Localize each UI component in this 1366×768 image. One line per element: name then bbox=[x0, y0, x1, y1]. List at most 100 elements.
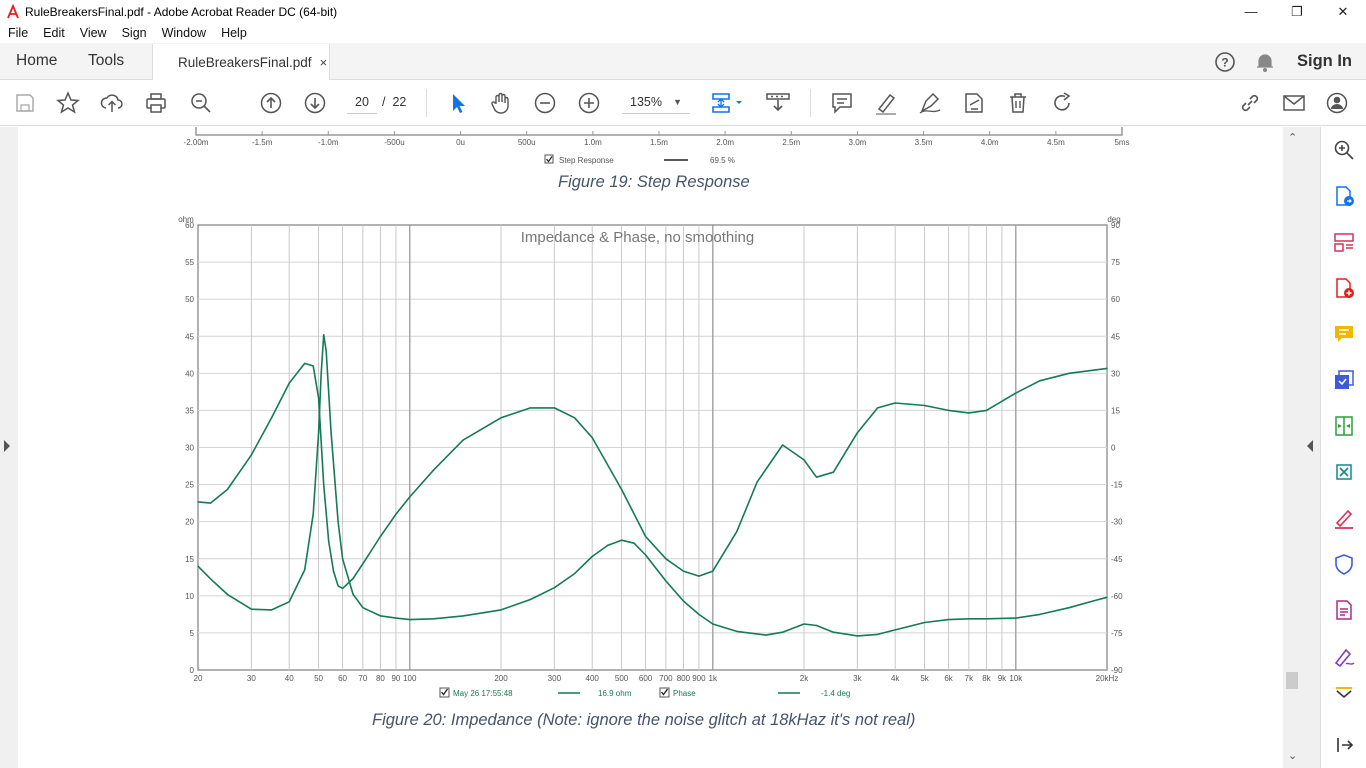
y2-tick-label: 30 bbox=[1111, 369, 1120, 378]
draw-icon[interactable] bbox=[918, 91, 942, 115]
hand-icon[interactable] bbox=[489, 91, 513, 115]
menu-sign[interactable]: Sign bbox=[114, 26, 154, 40]
stamp-icon[interactable] bbox=[962, 91, 986, 115]
impedance-point bbox=[1106, 596, 1108, 598]
phase-point bbox=[968, 412, 970, 414]
document-tab-label: RuleBreakersFinal.pdf bbox=[178, 55, 312, 70]
phase-point bbox=[756, 481, 758, 483]
menu-file[interactable]: File bbox=[0, 26, 35, 40]
mail-icon[interactable] bbox=[1282, 91, 1306, 115]
protect-icon[interactable] bbox=[1333, 553, 1355, 575]
highlight-pen-icon[interactable] bbox=[874, 91, 898, 115]
phase-point bbox=[948, 409, 950, 411]
menu-edit[interactable]: Edit bbox=[35, 26, 72, 40]
tab-tools[interactable]: Tools bbox=[88, 52, 124, 70]
menu-help[interactable]: Help bbox=[213, 26, 254, 40]
impedance-point bbox=[633, 542, 635, 544]
y-tick-label: 5 bbox=[190, 629, 195, 638]
fill-sign-icon[interactable] bbox=[1333, 507, 1355, 529]
phase-point bbox=[304, 362, 306, 364]
bell-icon[interactable] bbox=[1255, 51, 1275, 73]
zoom-search-icon[interactable] bbox=[189, 91, 213, 115]
impedance-phase-chart: ohm deg051015202530354045505560-90-75-60-… bbox=[178, 215, 1123, 698]
link-icon[interactable] bbox=[1238, 91, 1262, 115]
fit-page-icon[interactable] bbox=[710, 91, 746, 115]
impedance-point bbox=[1039, 613, 1041, 615]
phase-point bbox=[500, 417, 502, 419]
phase-point bbox=[409, 496, 411, 498]
minimize-button[interactable]: — bbox=[1228, 0, 1274, 23]
x-tick-label: 60 bbox=[338, 674, 347, 683]
star-icon[interactable] bbox=[56, 91, 80, 115]
edit-pdf-icon[interactable] bbox=[1333, 461, 1355, 483]
compress-icon[interactable] bbox=[1333, 415, 1355, 437]
upload-icon[interactable] bbox=[100, 91, 124, 115]
account-icon[interactable] bbox=[1326, 91, 1350, 115]
y-tick-label: 45 bbox=[185, 332, 194, 341]
arrow-down-circle-icon[interactable] bbox=[303, 91, 327, 115]
x-tick-label: 2k bbox=[800, 674, 809, 683]
print-icon[interactable] bbox=[144, 91, 168, 115]
scroll-down-arrow[interactable]: ⌄ bbox=[1288, 749, 1297, 762]
comment-tool-icon[interactable] bbox=[1333, 323, 1355, 345]
sign-in-button[interactable]: Sign In bbox=[1297, 52, 1352, 71]
export-pdf-icon[interactable] bbox=[1333, 185, 1355, 207]
impedance-point bbox=[288, 601, 290, 603]
y-tick-label: 40 bbox=[185, 369, 194, 378]
menu-window[interactable]: Window bbox=[154, 26, 213, 40]
create-pdf-icon[interactable] bbox=[1333, 277, 1355, 299]
help-icon[interactable]: ? bbox=[1214, 51, 1236, 73]
page-number-input[interactable]: 20 bbox=[347, 90, 377, 114]
step-x-tick-label: 4.0m bbox=[981, 138, 999, 147]
impedance-point bbox=[894, 629, 896, 631]
phase-point bbox=[226, 488, 228, 491]
trash-icon[interactable] bbox=[1006, 91, 1030, 115]
comment-icon[interactable] bbox=[830, 91, 854, 115]
collapse-panel-icon[interactable] bbox=[1333, 734, 1355, 756]
phase-point bbox=[395, 513, 397, 515]
impedance-point bbox=[698, 613, 700, 615]
y2-tick-label: -30 bbox=[1111, 518, 1123, 527]
phase-point bbox=[553, 407, 556, 409]
tab-home[interactable]: Home bbox=[16, 52, 57, 70]
step-x-tick-label: -500u bbox=[384, 138, 404, 147]
save-icon[interactable] bbox=[13, 91, 37, 115]
figure-19-caption: Figure 19: Step Response bbox=[558, 173, 750, 191]
impedance-point bbox=[832, 631, 835, 633]
y-tick-label: 50 bbox=[185, 295, 194, 304]
phase-point bbox=[815, 476, 818, 478]
scroll-thumb[interactable] bbox=[1286, 672, 1298, 689]
step-x-tick-label: 500u bbox=[518, 138, 536, 147]
phase-point bbox=[1106, 367, 1108, 369]
phase-point bbox=[698, 575, 700, 577]
svg-text:?: ? bbox=[1221, 55, 1228, 69]
more-tools-icon[interactable] bbox=[1333, 687, 1355, 699]
prepare-form-icon[interactable] bbox=[1333, 599, 1355, 621]
step-x-tick-label: 3.0m bbox=[849, 138, 867, 147]
restore-button[interactable]: ❐ bbox=[1274, 0, 1320, 23]
minus-circle-icon[interactable] bbox=[533, 91, 557, 115]
close-tab-icon[interactable]: × bbox=[320, 55, 328, 70]
right-panel-toggle[interactable] bbox=[1307, 440, 1313, 452]
step-x-tick-label: 0u bbox=[456, 138, 465, 147]
left-panel-toggle[interactable] bbox=[4, 440, 10, 452]
organize-pages-icon[interactable] bbox=[1333, 231, 1355, 253]
tab-document[interactable]: RuleBreakersFinal.pdf × bbox=[152, 44, 330, 81]
zoom-select[interactable]: 135% ▼ bbox=[622, 90, 690, 114]
vertical-scrollbar[interactable]: ⌃ ⌄ bbox=[1283, 127, 1301, 768]
phase-point bbox=[197, 501, 199, 503]
cursor-icon[interactable] bbox=[446, 91, 470, 115]
arrow-up-circle-icon[interactable] bbox=[259, 91, 283, 115]
scroll-mode-icon[interactable] bbox=[765, 91, 791, 115]
scroll-up-arrow[interactable]: ⌃ bbox=[1288, 131, 1297, 144]
search-zoom-icon[interactable] bbox=[1333, 139, 1355, 161]
combine-files-icon[interactable] bbox=[1333, 369, 1355, 391]
menu-view[interactable]: View bbox=[72, 26, 114, 40]
legend-label: May 26 17:55:48 bbox=[453, 689, 513, 698]
impedance-point bbox=[197, 565, 199, 567]
sign-icon[interactable] bbox=[1333, 645, 1355, 667]
rotate-icon[interactable] bbox=[1050, 91, 1074, 115]
zoom-value: 135% bbox=[630, 95, 662, 109]
plus-circle-icon[interactable] bbox=[577, 91, 601, 115]
close-window-button[interactable]: ✕ bbox=[1320, 0, 1366, 23]
